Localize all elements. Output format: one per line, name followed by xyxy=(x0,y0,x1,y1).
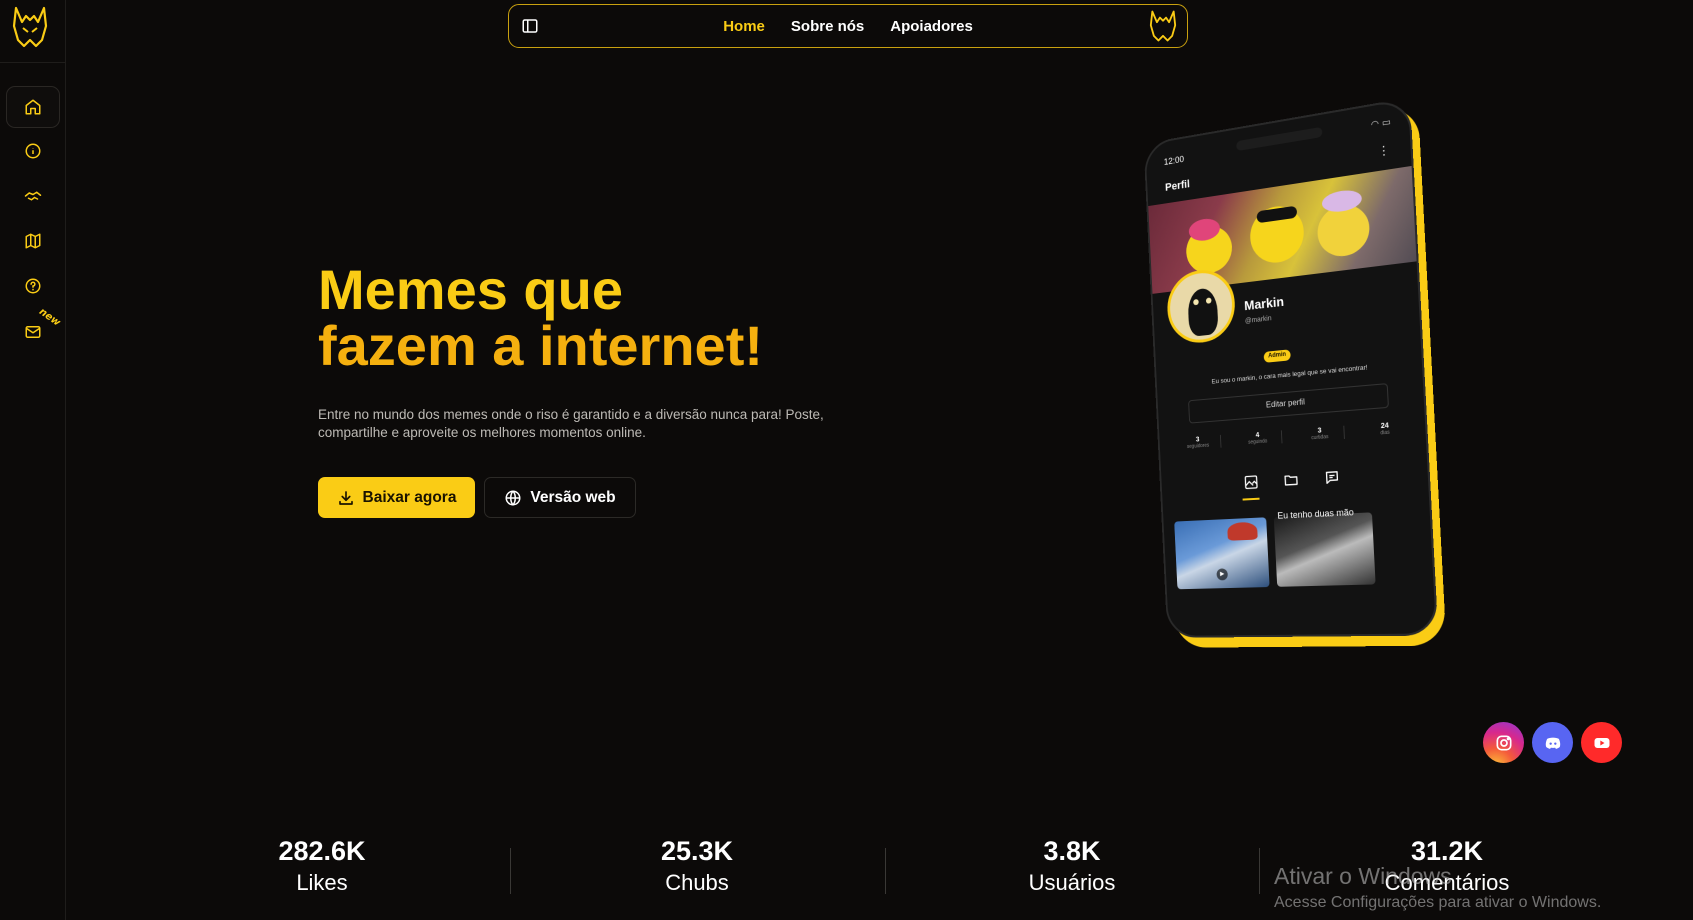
nav-link-about[interactable]: Sobre nós xyxy=(791,18,864,35)
sidebar-item-map[interactable] xyxy=(6,220,60,262)
profile-stat: 3 curtidas xyxy=(1295,425,1346,443)
watermark-title: Ativar o Windows xyxy=(1274,863,1452,889)
stat-value: 25.3K xyxy=(660,836,734,866)
stat-divider xyxy=(510,848,511,894)
handshake-icon xyxy=(24,191,42,201)
nav-link-supporters[interactable]: Apoiadores xyxy=(890,18,973,35)
phone-screen-title: Perfil xyxy=(1164,178,1191,194)
phone-mockup: 12:00 ◠ ▭ Perfil ⋮ Markin @markin Admin … xyxy=(1140,97,1450,658)
hero-description: Entre no mundo dos memes onde o riso é g… xyxy=(318,407,824,440)
sidebar-item-home[interactable] xyxy=(6,86,60,128)
stat-divider xyxy=(885,848,886,894)
phone-screen: 12:00 ◠ ▭ Perfil ⋮ Markin @markin Admin … xyxy=(1143,97,1439,638)
stat-value: 282.6K xyxy=(278,836,366,866)
wifi-battery-icon: ◠ ▭ xyxy=(1370,117,1391,131)
discord-icon xyxy=(1545,737,1560,749)
comment-icon xyxy=(1324,469,1341,486)
watermark-subtitle: Acesse Configurações para ativar o Windo… xyxy=(1274,894,1602,911)
stat-chubs: 25.3K Chubs xyxy=(547,836,847,898)
profile-handle: @markin xyxy=(1244,315,1272,326)
page: new Home Sobre nós Apoiadores Memes que … xyxy=(0,0,1693,920)
profile-stat: 3 seguidores xyxy=(1175,434,1222,451)
image-icon xyxy=(1243,474,1259,491)
post-thumbnail: ▶ xyxy=(1174,517,1270,590)
profile-stat: 24 dias xyxy=(1380,422,1390,437)
web-version-button-label: Versão web xyxy=(530,488,616,506)
home-icon xyxy=(25,99,41,115)
stat-label: Usuários xyxy=(1028,870,1116,895)
instagram-button[interactable] xyxy=(1483,722,1524,763)
play-icon: ▶ xyxy=(1216,568,1229,581)
post-thumbnail xyxy=(1273,512,1376,587)
hero-title: Memes que fazem a internet! xyxy=(318,262,763,374)
more-vertical-icon: ⋮ xyxy=(1377,142,1391,159)
download-button-label: Baixar agora xyxy=(362,488,457,506)
stat-divider xyxy=(1259,848,1260,894)
windows-activation-watermark: Ativar o Windows Acesse Configurações pa… xyxy=(1274,862,1601,914)
globe-icon xyxy=(505,490,521,506)
bat-logo-icon[interactable] xyxy=(12,6,48,48)
phone-notch xyxy=(1236,126,1323,152)
bat-logo-icon[interactable] xyxy=(1149,10,1177,42)
sidebar: new xyxy=(0,0,66,920)
profile-stat: 4 seguindo xyxy=(1234,430,1283,447)
download-button[interactable]: Baixar agora xyxy=(318,477,475,518)
profile-name: Markin xyxy=(1243,293,1285,314)
nav-links: Home Sobre nós Apoiadores xyxy=(509,5,1187,47)
instagram-icon xyxy=(1496,735,1511,750)
sidebar-item-support[interactable] xyxy=(6,175,60,217)
tab-active-indicator xyxy=(1242,497,1260,501)
help-circle-icon xyxy=(25,278,41,294)
edit-profile-button: Editar perfil xyxy=(1188,383,1389,424)
mail-icon xyxy=(25,326,41,338)
top-navbar: Home Sobre nós Apoiadores xyxy=(508,4,1188,48)
admin-badge: Admin xyxy=(1263,349,1291,363)
web-version-button[interactable]: Versão web xyxy=(484,477,636,518)
discord-button[interactable] xyxy=(1532,722,1573,763)
youtube-icon xyxy=(1594,737,1609,748)
sidebar-divider xyxy=(0,62,66,63)
sidebar-item-help[interactable] xyxy=(6,265,60,307)
phone-time: 12:00 xyxy=(1163,154,1185,167)
stat-users: 3.8K Usuários xyxy=(922,836,1222,898)
stat-label: Likes xyxy=(296,870,348,895)
folder-icon xyxy=(1283,471,1299,488)
info-icon xyxy=(25,143,41,159)
stat-value: 3.8K xyxy=(1043,836,1101,866)
hero-title-line1: Memes que xyxy=(318,258,623,321)
download-icon xyxy=(338,490,353,505)
map-icon xyxy=(25,233,41,249)
profile-stats: 3 seguidores 4 seguindo 3 curtidas 24 dias xyxy=(1175,421,1412,451)
profile-tabs xyxy=(1243,469,1340,491)
youtube-button[interactable] xyxy=(1581,722,1622,763)
hero-title-line2: fazem a internet! xyxy=(318,314,763,377)
sidebar-item-info[interactable] xyxy=(6,130,60,172)
stat-label: Chubs xyxy=(665,870,729,895)
stat-likes: 282.6K Likes xyxy=(172,836,472,898)
nav-link-home[interactable]: Home xyxy=(723,18,765,35)
